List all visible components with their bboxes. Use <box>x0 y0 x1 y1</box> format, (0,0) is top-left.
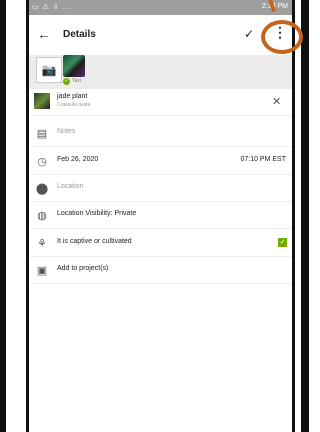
taxon-common-name: jade plant <box>57 93 88 100</box>
photo-thumbnail[interactable] <box>63 55 85 77</box>
status-bar: ▭ ⚠ ⇩ ... 2:13 PM <box>29 0 292 15</box>
notes-icon: ▤ <box>36 127 48 140</box>
app-bar: ← Details ✓ ⋮ <box>29 15 292 55</box>
save-check-icon[interactable]: ✓ <box>244 27 254 41</box>
time-value[interactable]: 07:10 PM EST <box>240 156 286 163</box>
notes-row[interactable]: ▤ Notes <box>29 120 292 147</box>
upload-ok-icon: ✓ <box>63 78 70 85</box>
photo-strip: 📷 ✓ Taxi <box>29 55 292 89</box>
location-pin-icon: ⬤ <box>35 182 49 195</box>
taxon-row[interactable]: jade plant Crassula ovata ✕ <box>29 89 292 116</box>
briefcase-icon: ▣ <box>36 264 48 277</box>
visibility-row[interactable]: ◍ Location Visibility: Private <box>29 202 292 229</box>
back-arrow-icon[interactable]: ← <box>37 26 51 42</box>
project-row[interactable]: ▣ Add to project(s) <box>29 257 292 284</box>
page-title: Details <box>63 29 96 40</box>
clear-taxon-close-icon[interactable]: ✕ <box>272 95 281 108</box>
taxon-thumbnail <box>34 93 50 109</box>
captive-checkbox[interactable]: ✓ <box>278 238 287 247</box>
plant-pot-icon: ⚘ <box>37 237 47 250</box>
globe-icon: ◍ <box>37 209 47 222</box>
taxon-scientific-name: Crassula ovata <box>57 102 91 108</box>
datetime-row[interactable]: ◷ Feb 26, 2020 07:10 PM EST <box>29 148 292 175</box>
app-screen: ▭ ⚠ ⇩ ... 2:13 PM ← Details ✓ ⋮ 📷 ✓ Taxi… <box>29 0 303 432</box>
annotation-circle <box>261 20 303 54</box>
location-row[interactable]: ⬤ Location <box>29 175 292 202</box>
add-photo-camera-icon[interactable]: 📷 <box>36 57 62 83</box>
captive-label: It is captive or cultivated <box>57 238 132 245</box>
add-project-label[interactable]: Add to project(s) <box>57 265 108 272</box>
captive-row[interactable]: ⚘ It is captive or cultivated ✓ <box>29 230 292 257</box>
clock-icon: ◷ <box>37 155 47 168</box>
location-field[interactable]: Location <box>57 183 83 190</box>
visibility-label[interactable]: Location Visibility: Private <box>57 210 136 217</box>
date-value[interactable]: Feb 26, 2020 <box>57 156 98 163</box>
photo-status-label: Taxi <box>72 78 81 84</box>
notes-field[interactable]: Notes <box>57 128 75 135</box>
status-icons: ▭ ⚠ ⇩ ... <box>32 4 72 11</box>
